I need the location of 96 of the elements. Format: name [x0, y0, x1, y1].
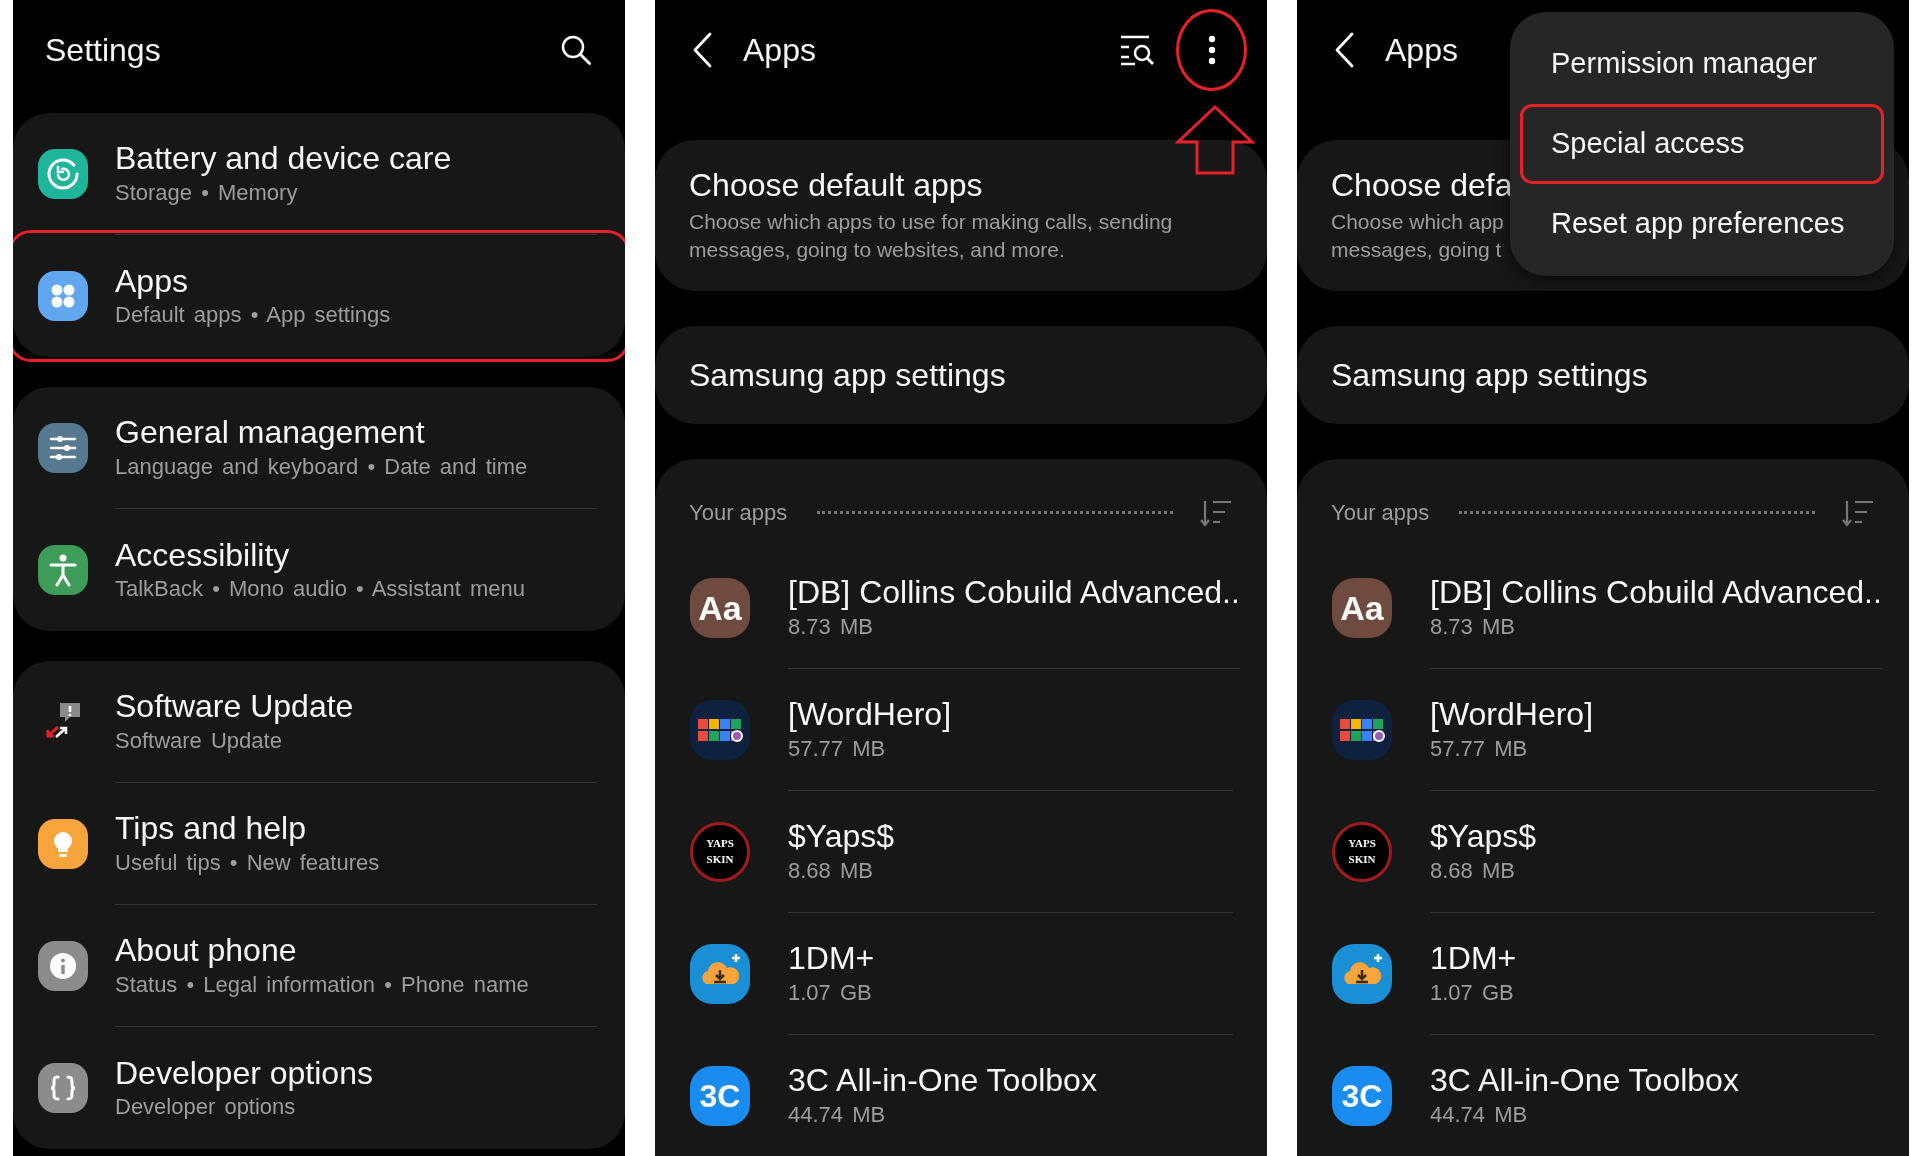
section-header: Your apps — [1331, 499, 1430, 528]
cloud-download-icon — [1332, 944, 1392, 1004]
screen-title: Apps — [1385, 30, 1458, 70]
item-subtitle: TalkBack • Mono audio • Assistant menu — [115, 575, 526, 604]
item-title: About phone — [115, 931, 297, 970]
app-row[interactable]: Aa [DB] Collins Cobuild Advanced.. 8.73 MB — [655, 547, 1267, 669]
item-subtitle: Software Update — [115, 726, 282, 755]
app-size: 44.74 MB — [788, 1100, 886, 1129]
app-size: 57.77 MB — [1430, 734, 1528, 763]
item-subtitle: Storage • Memory — [115, 178, 298, 207]
menu-item[interactable]: Special access — [1520, 104, 1884, 184]
app-size: 8.73 MB — [1430, 612, 1515, 641]
settings-item[interactable]: Battery and device care Storage • Memory — [13, 113, 625, 235]
settings-item[interactable]: Software Update Software Update — [13, 661, 625, 783]
card-title: Choose default apps — [689, 166, 983, 205]
card-title: Samsung app settings — [1331, 355, 1648, 395]
menu-item[interactable]: Permission manager — [1520, 24, 1884, 104]
card-description: Choose which app messages, going t — [1331, 209, 1504, 263]
app-name: 3C All-in-One Toolbox — [788, 1061, 1097, 1100]
cloud-download-icon — [690, 944, 750, 1004]
settings-card[interactable]: Choose default apps Choose which apps to use for making calls, sending messages, going to websites, and more. — [655, 140, 1267, 291]
item-title: General management — [115, 413, 425, 452]
app-size: 1.07 GB — [788, 978, 872, 1007]
info-icon — [38, 941, 88, 991]
lightbulb-icon — [38, 819, 88, 869]
sliders-icon — [38, 423, 88, 473]
settings-card[interactable]: Samsung app settings — [1297, 326, 1909, 424]
four-dots-icon — [38, 271, 88, 321]
item-subtitle: Useful tips • New features — [115, 848, 380, 877]
menu-item[interactable]: Reset app preferences — [1520, 184, 1884, 264]
app-row[interactable]: 3C 3C All-in-One Toolbox 44.74 MB — [1297, 1035, 1909, 1156]
item-subtitle: Status • Legal information • Phone name — [115, 970, 529, 999]
settings-item[interactable]: General management Language and keyboard • Date and time — [13, 387, 625, 509]
app-size: 1.07 GB — [1430, 978, 1514, 1007]
settings-item[interactable]: Developer options Developer options — [13, 1027, 625, 1149]
sort-icon[interactable] — [1841, 498, 1875, 528]
app-row[interactable]: 1DM+ 1.07 GB — [1297, 913, 1909, 1035]
icon-label: 3C — [699, 1080, 741, 1112]
app-size: 44.74 MB — [1430, 1100, 1528, 1129]
word-tiles-icon — [1332, 700, 1392, 760]
app-row[interactable]: [WordHero] 57.77 MB — [655, 669, 1267, 791]
item-subtitle: Developer options — [115, 1093, 296, 1122]
item-title: Battery and device care — [115, 139, 452, 178]
app-name: $Yaps$ — [1430, 817, 1537, 856]
app-row[interactable]: YAPS SKIN $Yaps$ 8.68 MB — [1297, 791, 1909, 913]
item-subtitle: Language and keyboard • Date and time — [115, 452, 528, 481]
icon-label: YAPS — [706, 838, 734, 850]
app-name: $Yaps$ — [788, 817, 895, 856]
app-size: 57.77 MB — [788, 734, 886, 763]
back-icon[interactable] — [691, 31, 713, 69]
app-row[interactable]: 3C 3C All-in-One Toolbox 44.74 MB — [655, 1035, 1267, 1156]
search-icon[interactable] — [559, 33, 593, 67]
settings-item[interactable]: About phone Status • Legal information • Phone name — [13, 905, 625, 1027]
icon-label: 3C — [1341, 1080, 1383, 1112]
more-options-button[interactable] — [1176, 9, 1247, 91]
app-size: 8.73 MB — [788, 612, 873, 641]
accessibility-icon — [38, 545, 88, 595]
app-size: 8.68 MB — [1430, 856, 1515, 885]
app-row[interactable]: YAPS SKIN $Yaps$ 8.68 MB — [655, 791, 1267, 913]
item-title: Apps — [115, 261, 188, 301]
icon-label: SKIN — [1348, 854, 1376, 866]
card-title: Choose defa — [1331, 166, 1513, 205]
icon-label: YAPS — [1348, 838, 1376, 850]
icon-label: Aa — [698, 591, 742, 625]
sort-icon[interactable] — [1199, 498, 1233, 528]
card-title: Samsung app settings — [689, 355, 1006, 395]
app-name: [DB] Collins Cobuild Advanced.. — [1430, 573, 1882, 612]
icon-label: SKIN — [706, 854, 734, 866]
app-size: 8.68 MB — [788, 856, 873, 885]
word-tiles-icon — [690, 700, 750, 760]
card-description: Choose which apps to use for making calls, sending messages, going to websites, and more. — [689, 209, 1173, 263]
screen-title: Settings — [45, 30, 161, 70]
item-subtitle: Default apps • App settings — [115, 301, 391, 330]
item-title: Software Update — [115, 687, 354, 726]
app-row[interactable]: 1DM+ 1.07 GB — [655, 913, 1267, 1035]
more-icon — [1207, 35, 1216, 65]
app-name: 3C All-in-One Toolbox — [1430, 1061, 1739, 1100]
app-name: 1DM+ — [1430, 939, 1517, 978]
settings-card[interactable]: Samsung app settings — [655, 326, 1267, 424]
section-header: Your apps — [689, 499, 788, 528]
settings-item[interactable]: Accessibility TalkBack • Mono audio • Assistant menu — [13, 509, 625, 631]
braces-icon — [38, 1063, 88, 1113]
item-title: Tips and help — [115, 809, 306, 848]
settings-item[interactable]: Apps Default apps • App settings — [13, 235, 625, 357]
app-row[interactable]: Aa [DB] Collins Cobuild Advanced.. 8.73 MB — [1297, 547, 1909, 669]
app-name: [DB] Collins Cobuild Advanced.. — [788, 573, 1240, 612]
item-title: Accessibility — [115, 535, 290, 575]
screen-title: Apps — [743, 30, 816, 70]
settings-item[interactable]: Tips and help Useful tips • New features — [13, 783, 625, 905]
app-name: [WordHero] — [1430, 695, 1593, 734]
app-name: 1DM+ — [788, 939, 875, 978]
icon-label: Aa — [1340, 591, 1384, 625]
item-title: Developer options — [115, 1053, 373, 1093]
app-row[interactable]: [WordHero] 57.77 MB — [1297, 669, 1909, 791]
app-name: [WordHero] — [788, 695, 951, 734]
back-icon[interactable] — [1333, 31, 1355, 69]
